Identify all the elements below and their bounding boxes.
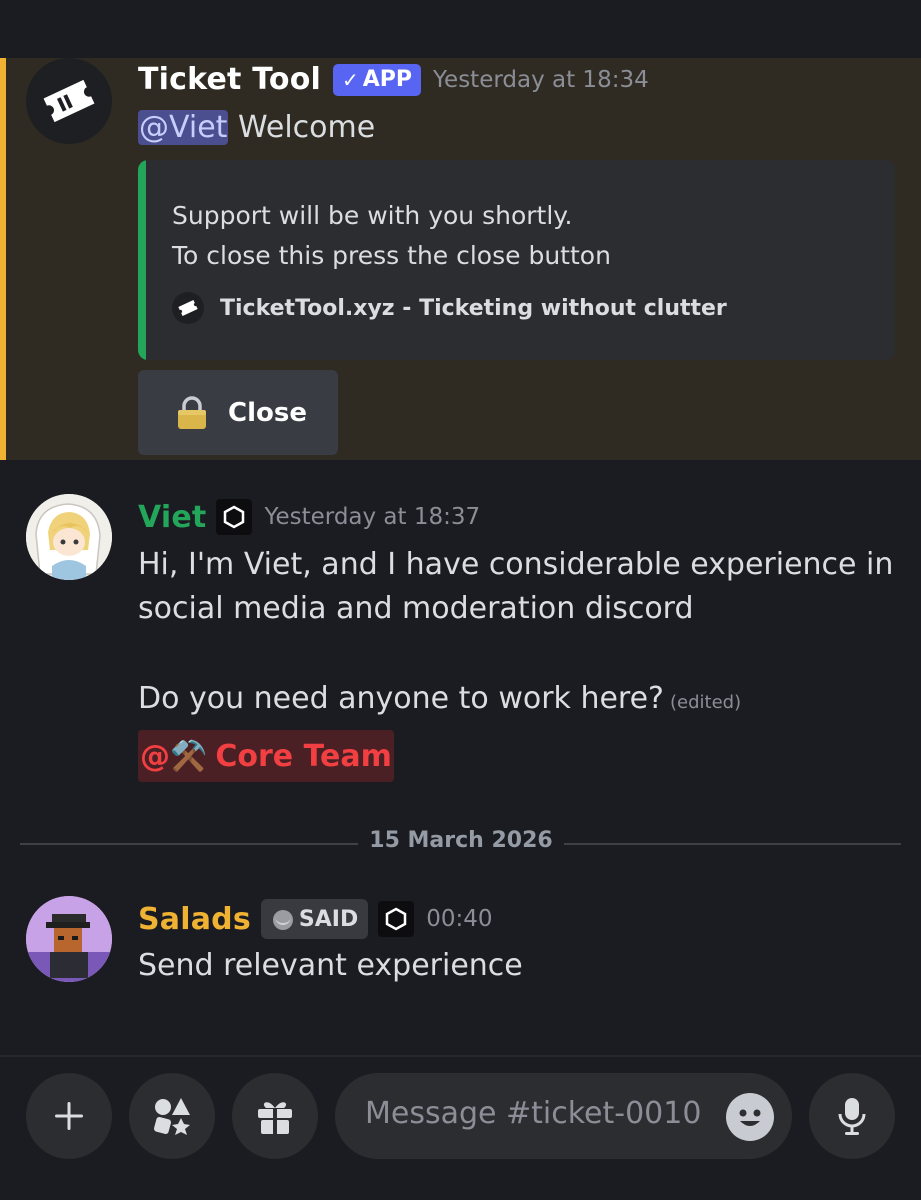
app-badge-label: APP bbox=[362, 67, 413, 92]
timestamp: Yesterday at 18:37 bbox=[264, 504, 481, 530]
embed-footer-text: TicketTool.xyz - Ticketing without clutt… bbox=[220, 295, 727, 321]
role-mention[interactable]: @ ⚒️ Core Team bbox=[138, 730, 394, 782]
message-content: Hi, I'm Viet, and I have considerable ex… bbox=[138, 543, 893, 725]
pixel-avatar-icon bbox=[26, 896, 112, 982]
app-badge: ✓ APP bbox=[333, 63, 422, 96]
message-line: social media and moderation discord bbox=[138, 591, 694, 626]
embed-line: To close this press the close button bbox=[172, 241, 611, 270]
divider-line bbox=[564, 843, 901, 845]
message-header: Salads SAID 00:40 bbox=[138, 899, 493, 939]
message-line: Do you need anyone to work here? bbox=[138, 681, 664, 716]
role-mention-at: @ bbox=[140, 738, 170, 774]
emoji-icon bbox=[739, 1109, 761, 1126]
close-button[interactable]: Close bbox=[138, 370, 338, 455]
timestamp: Yesterday at 18:34 bbox=[433, 66, 649, 93]
edited-label: (edited) bbox=[669, 692, 742, 713]
top-bar bbox=[0, 0, 921, 58]
voice-message-button[interactable] bbox=[809, 1073, 895, 1159]
check-icon: ✓ bbox=[342, 67, 359, 92]
emoji-button[interactable] bbox=[726, 1093, 774, 1141]
message-content: Send relevant experience bbox=[138, 944, 523, 988]
message-content: @Viet Welcome bbox=[138, 106, 375, 150]
salads-avatar[interactable] bbox=[26, 896, 112, 982]
lock-icon bbox=[178, 395, 206, 429]
author-name[interactable]: Viet bbox=[138, 500, 206, 535]
user-mention[interactable]: @Viet bbox=[138, 110, 229, 145]
hexagon-icon bbox=[378, 901, 415, 937]
author-name[interactable]: Salads bbox=[138, 902, 251, 937]
message-line: Hi, I'm Viet, and I have considerable ex… bbox=[138, 547, 894, 582]
author-name[interactable]: Ticket Tool bbox=[138, 62, 321, 97]
apps-button[interactable] bbox=[129, 1073, 215, 1159]
anime-avatar-icon bbox=[26, 494, 112, 580]
add-attachment-button[interactable] bbox=[26, 1073, 112, 1159]
divider-line bbox=[20, 843, 358, 845]
embed-footer: TicketTool.xyz - Ticketing without clutt… bbox=[172, 292, 727, 324]
message-input[interactable]: Message #ticket-0010 bbox=[335, 1073, 792, 1159]
guild-tag-label: SAID bbox=[298, 906, 359, 932]
ticket-footer-icon bbox=[172, 292, 204, 324]
message-text: Welcome bbox=[237, 110, 376, 145]
hexagon-icon bbox=[216, 499, 253, 535]
message-input-placeholder: Message #ticket-0010 bbox=[365, 1096, 702, 1131]
plus-icon bbox=[55, 1102, 83, 1130]
gift-icon bbox=[258, 1102, 292, 1134]
message-header: Ticket Tool ✓ APP Yesterday at 18:34 bbox=[138, 62, 649, 97]
ticket-icon bbox=[43, 79, 95, 123]
date-divider: 15 March 2026 bbox=[369, 828, 553, 853]
embed-description: Support will be with you shortly. To clo… bbox=[172, 196, 611, 276]
hammer-pick-icon: ⚒️ bbox=[170, 738, 208, 774]
role-name: Core Team bbox=[215, 738, 392, 774]
message-text: Send relevant experience bbox=[138, 948, 523, 983]
embed-accent-bar bbox=[138, 160, 146, 360]
message-header: Viet Yesterday at 18:37 bbox=[138, 499, 480, 535]
embed: Support will be with you shortly. To clo… bbox=[138, 160, 895, 360]
embed-line: Support will be with you shortly. bbox=[172, 201, 573, 230]
guild-tag-icon bbox=[272, 910, 293, 930]
guild-tag[interactable]: SAID bbox=[260, 899, 369, 939]
timestamp: 00:40 bbox=[426, 906, 493, 932]
viet-avatar[interactable] bbox=[26, 494, 112, 580]
apps-icon bbox=[153, 1098, 190, 1135]
gift-button[interactable] bbox=[232, 1073, 318, 1159]
ticket-tool-avatar[interactable] bbox=[26, 58, 112, 144]
microphone-icon bbox=[838, 1098, 866, 1135]
close-button-label: Close bbox=[228, 397, 307, 428]
